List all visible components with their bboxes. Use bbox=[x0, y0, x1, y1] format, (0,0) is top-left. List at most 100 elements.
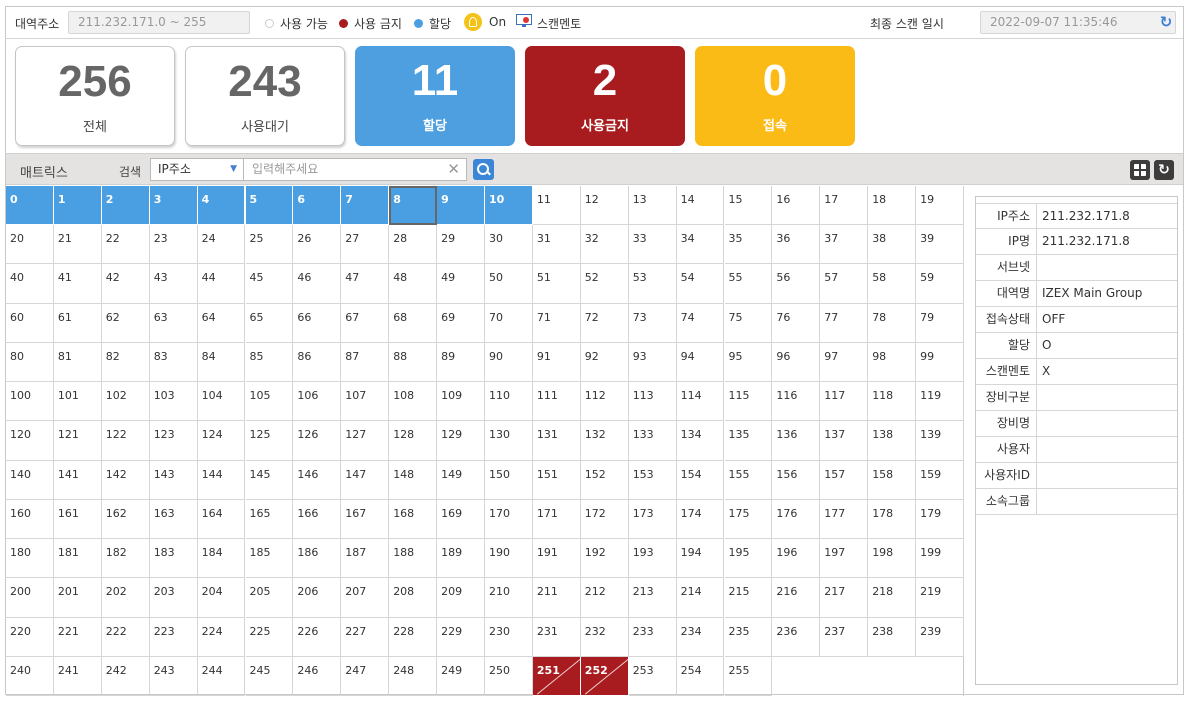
ip-cell[interactable]: 165 bbox=[245, 499, 294, 540]
ip-cell[interactable]: 135 bbox=[724, 421, 773, 461]
ip-cell[interactable]: 146 bbox=[293, 460, 342, 500]
ip-cell[interactable]: 92 bbox=[580, 342, 629, 383]
ip-cell[interactable]: 81 bbox=[53, 342, 102, 383]
ip-cell[interactable]: 70 bbox=[485, 303, 533, 343]
ip-cell[interactable]: 131 bbox=[532, 421, 581, 461]
ip-cell[interactable]: 30 bbox=[485, 225, 533, 265]
ip-cell[interactable]: 180 bbox=[6, 539, 54, 579]
ip-cell[interactable]: 100 bbox=[6, 382, 54, 422]
ip-cell[interactable]: 39 bbox=[916, 225, 964, 265]
ip-cell[interactable]: 198 bbox=[868, 539, 917, 579]
ip-cell[interactable]: 5 bbox=[245, 186, 294, 226]
ip-cell[interactable]: 217 bbox=[820, 578, 869, 618]
ip-cell[interactable]: 10 bbox=[485, 186, 533, 226]
grid-view-icon[interactable] bbox=[1130, 160, 1150, 180]
clear-icon[interactable]: ✕ bbox=[447, 159, 460, 180]
ip-cell[interactable]: 175 bbox=[724, 499, 773, 540]
ip-cell[interactable]: 251 bbox=[532, 656, 581, 696]
ip-cell[interactable]: 138 bbox=[868, 421, 917, 461]
ip-cell[interactable]: 47 bbox=[341, 264, 390, 304]
ip-cell[interactable]: 166 bbox=[293, 499, 342, 540]
ip-cell[interactable]: 63 bbox=[149, 303, 198, 343]
ip-cell[interactable]: 253 bbox=[628, 656, 677, 696]
ip-cell[interactable]: 156 bbox=[772, 460, 821, 500]
ip-cell[interactable]: 2 bbox=[101, 186, 150, 226]
ip-cell[interactable]: 123 bbox=[149, 421, 198, 461]
ip-cell[interactable]: 201 bbox=[53, 578, 102, 618]
ip-cell[interactable]: 59 bbox=[916, 264, 964, 304]
ip-cell[interactable]: 48 bbox=[389, 264, 438, 304]
ip-cell[interactable]: 213 bbox=[628, 578, 677, 618]
card-standby[interactable]: 243 사용대기 bbox=[185, 46, 345, 146]
ip-cell[interactable]: 66 bbox=[293, 303, 342, 343]
ip-cell[interactable]: 80 bbox=[6, 342, 54, 383]
ip-cell[interactable]: 20 bbox=[6, 225, 54, 265]
ip-cell[interactable]: 118 bbox=[868, 382, 917, 422]
ip-cell[interactable]: 134 bbox=[676, 421, 725, 461]
ip-cell[interactable]: 215 bbox=[724, 578, 773, 618]
ip-cell[interactable]: 196 bbox=[772, 539, 821, 579]
ip-cell[interactable]: 176 bbox=[772, 499, 821, 540]
ip-cell[interactable]: 73 bbox=[628, 303, 677, 343]
ip-cell[interactable]: 184 bbox=[197, 539, 246, 579]
ip-cell[interactable]: 29 bbox=[437, 225, 485, 265]
ip-cell[interactable]: 190 bbox=[485, 539, 533, 579]
ip-cell[interactable]: 31 bbox=[532, 225, 581, 265]
ip-cell[interactable]: 209 bbox=[437, 578, 485, 618]
ip-cell[interactable]: 77 bbox=[820, 303, 869, 343]
ip-cell[interactable]: 212 bbox=[580, 578, 629, 618]
ip-cell[interactable]: 12 bbox=[580, 186, 629, 226]
ip-cell[interactable]: 157 bbox=[820, 460, 869, 500]
ip-cell[interactable]: 112 bbox=[580, 382, 629, 422]
ip-cell[interactable]: 164 bbox=[197, 499, 246, 540]
ip-cell[interactable]: 191 bbox=[532, 539, 581, 579]
ip-cell[interactable]: 107 bbox=[341, 382, 390, 422]
ip-cell[interactable]: 106 bbox=[293, 382, 342, 422]
ip-cell[interactable]: 170 bbox=[485, 499, 533, 540]
ip-cell[interactable]: 229 bbox=[437, 617, 485, 657]
ip-cell[interactable]: 136 bbox=[772, 421, 821, 461]
ip-cell[interactable]: 37 bbox=[820, 225, 869, 265]
ip-cell[interactable]: 33 bbox=[628, 225, 677, 265]
ip-cell[interactable]: 132 bbox=[580, 421, 629, 461]
ip-cell[interactable]: 26 bbox=[293, 225, 342, 265]
ip-cell[interactable]: 159 bbox=[916, 460, 964, 500]
ip-cell[interactable]: 153 bbox=[628, 460, 677, 500]
ip-cell[interactable]: 14 bbox=[676, 186, 725, 226]
ip-cell[interactable]: 244 bbox=[197, 656, 246, 696]
ip-cell[interactable]: 171 bbox=[532, 499, 581, 540]
ip-cell[interactable]: 236 bbox=[772, 617, 821, 657]
ip-cell[interactable]: 41 bbox=[53, 264, 102, 304]
ip-cell[interactable]: 42 bbox=[101, 264, 150, 304]
ip-cell[interactable]: 205 bbox=[245, 578, 294, 618]
ip-cell[interactable]: 140 bbox=[6, 460, 54, 500]
card-connected[interactable]: 0 접속 bbox=[695, 46, 855, 146]
ip-cell[interactable]: 169 bbox=[437, 499, 485, 540]
ip-cell[interactable]: 230 bbox=[485, 617, 533, 657]
ip-cell[interactable]: 124 bbox=[197, 421, 246, 461]
ip-cell[interactable]: 49 bbox=[437, 264, 485, 304]
ip-cell[interactable]: 61 bbox=[53, 303, 102, 343]
ip-cell[interactable]: 18 bbox=[868, 186, 917, 226]
ip-cell[interactable]: 67 bbox=[341, 303, 390, 343]
ip-cell[interactable]: 178 bbox=[868, 499, 917, 540]
ip-cell[interactable]: 145 bbox=[245, 460, 294, 500]
search-input[interactable]: 입력해주세요 ✕ bbox=[243, 158, 467, 181]
ip-cell[interactable]: 249 bbox=[437, 656, 485, 696]
ip-cell[interactable]: 109 bbox=[437, 382, 485, 422]
ip-cell[interactable]: 231 bbox=[532, 617, 581, 657]
ip-cell[interactable]: 222 bbox=[101, 617, 150, 657]
ip-cell[interactable]: 117 bbox=[820, 382, 869, 422]
ip-cell[interactable]: 7 bbox=[341, 186, 390, 226]
ip-cell[interactable]: 16 bbox=[772, 186, 821, 226]
ip-cell[interactable]: 154 bbox=[676, 460, 725, 500]
ip-cell[interactable]: 75 bbox=[724, 303, 773, 343]
ip-cell[interactable]: 150 bbox=[485, 460, 533, 500]
ip-cell[interactable]: 219 bbox=[916, 578, 964, 618]
ip-cell[interactable]: 36 bbox=[772, 225, 821, 265]
ip-cell[interactable]: 126 bbox=[293, 421, 342, 461]
ip-cell[interactable]: 152 bbox=[580, 460, 629, 500]
ip-cell[interactable]: 25 bbox=[245, 225, 294, 265]
ip-cell[interactable]: 133 bbox=[628, 421, 677, 461]
ip-cell[interactable]: 246 bbox=[293, 656, 342, 696]
